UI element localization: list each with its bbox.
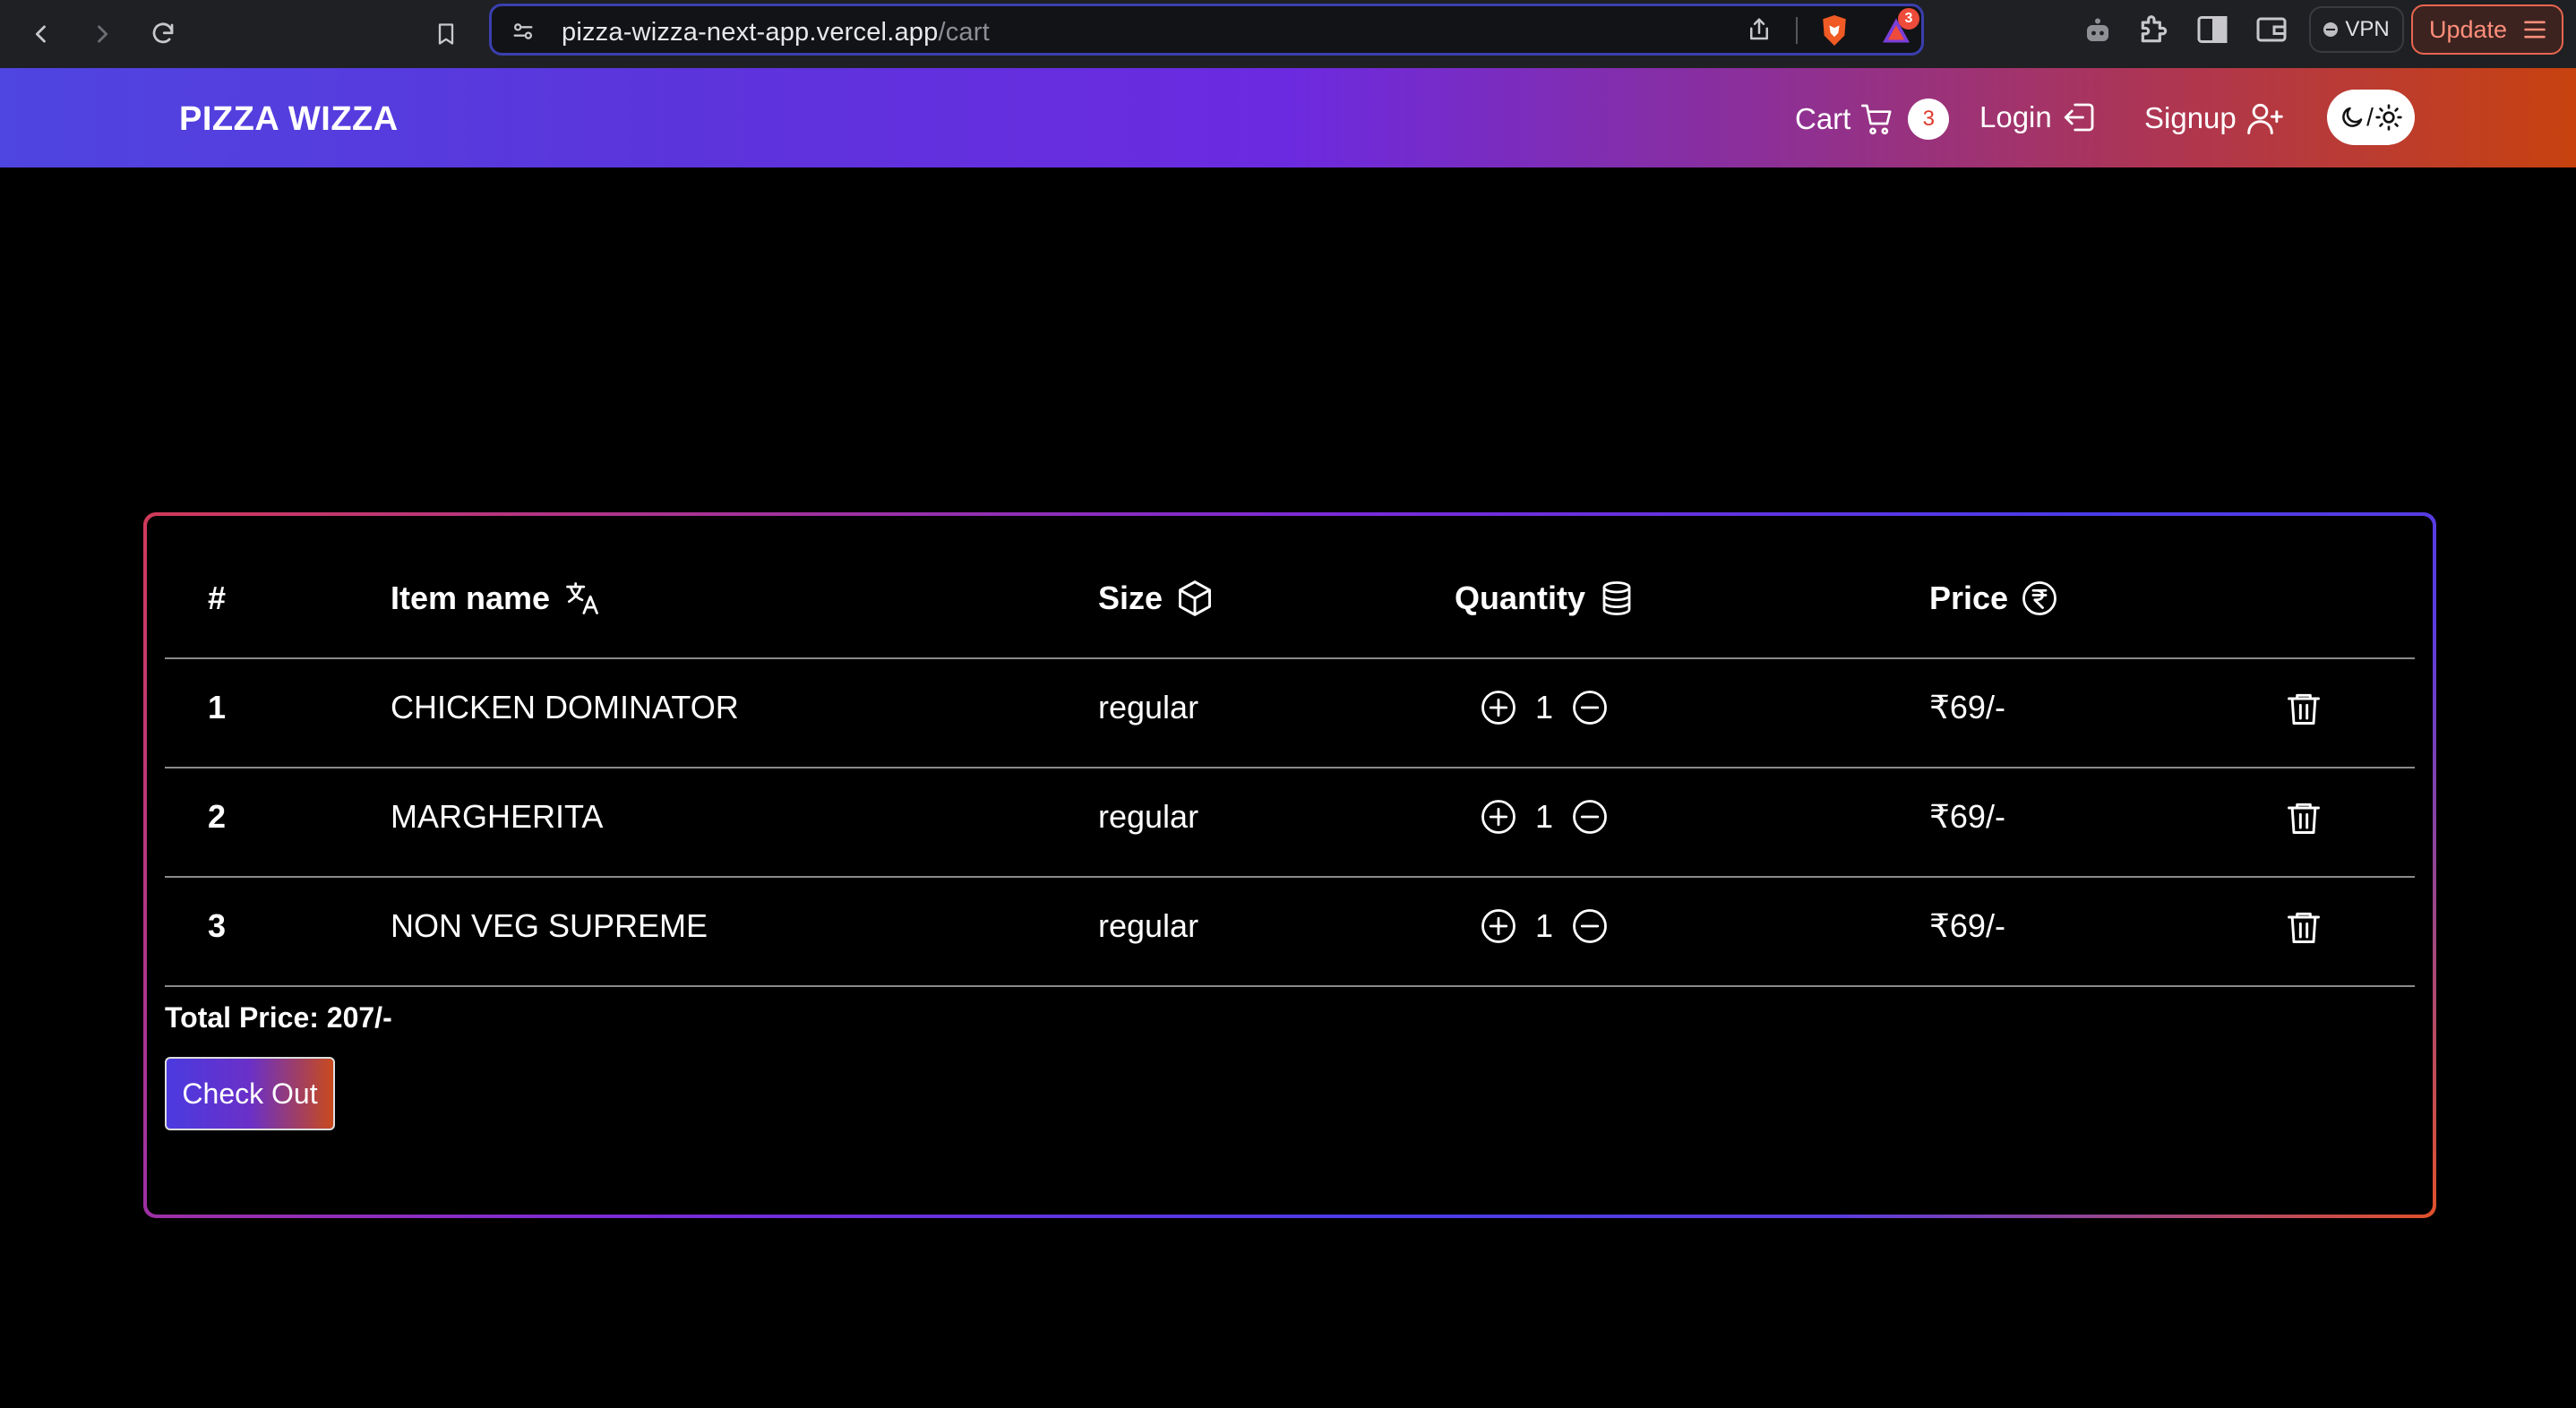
reload-button[interactable] — [142, 13, 185, 56]
update-button[interactable]: Update — [2411, 4, 2563, 55]
plus-circle-icon[interactable] — [1480, 689, 1517, 726]
nav-cart[interactable]: Cart 3 — [1795, 99, 1950, 140]
url-path: /cart — [938, 18, 990, 47]
row-1-item-name: CHICKEN DOMINATOR — [391, 689, 739, 725]
update-label: Update — [2429, 15, 2508, 43]
hamburger-menu-icon — [2524, 21, 2546, 39]
vpn-button[interactable]: VPN — [2309, 6, 2404, 53]
column-header-quantity: Quantity — [1455, 571, 1636, 625]
row-1-quantity-stepper: 1 — [1480, 681, 1609, 734]
trash-icon[interactable] — [2284, 688, 2323, 729]
leo-ai-icon[interactable] — [2082, 14, 2114, 47]
nav-signup[interactable]: Signup — [2144, 99, 2285, 138]
table-divider — [165, 985, 2415, 987]
row-2-price: ₹69/- — [1929, 798, 2005, 835]
database-stack-icon — [1602, 581, 1631, 615]
row-3-index: 3 — [208, 907, 227, 944]
column-header-index-label: # — [208, 580, 227, 616]
row-2-item-name: MARGHERITA — [391, 798, 604, 835]
vpn-label: VPN — [2345, 17, 2390, 41]
trash-icon[interactable] — [2284, 906, 2323, 948]
chevron-right-icon — [98, 25, 108, 43]
reload-icon — [152, 22, 174, 44]
cart-table: # Item name Size Quantity Price 1 CHICKE… — [147, 516, 2433, 1215]
column-header-item-name-label: Item name — [391, 580, 551, 616]
url-divider — [1796, 17, 1798, 44]
brave-shield-icon[interactable] — [1819, 13, 1850, 47]
address-bar[interactable]: pizza-wizza-next-app.vercel.app/cart 3 — [489, 4, 1924, 56]
shopping-cart-icon — [1861, 104, 1892, 135]
row-1-size: regular — [1098, 689, 1199, 725]
rewards-badge: 3 — [1898, 8, 1919, 30]
url-host: pizza-wizza-next-app.vercel.app — [562, 18, 939, 47]
column-header-quantity-label: Quantity — [1455, 580, 1586, 616]
row-3-quantity-stepper: 1 — [1480, 899, 1609, 953]
share-icon[interactable] — [1746, 15, 1773, 44]
site-settings-icon[interactable] — [510, 19, 537, 44]
cart-card: # Item name Size Quantity Price 1 CHICKE… — [143, 512, 2436, 1218]
nav-signup-label: Signup — [2144, 101, 2237, 134]
row-2-quantity-stepper: 1 — [1480, 790, 1609, 844]
brand-logo[interactable]: PIZZA WIZZA — [179, 100, 399, 139]
minus-circle-icon[interactable] — [1571, 689, 1609, 726]
forward-button[interactable] — [81, 13, 124, 56]
row-3-quantity: 1 — [1535, 907, 1554, 944]
cube-icon — [1179, 580, 1212, 616]
extensions-puzzle-icon[interactable] — [2137, 13, 2171, 47]
minus-circle-icon[interactable] — [1571, 907, 1609, 945]
column-header-item-name: Item name — [391, 571, 602, 625]
url-text: pizza-wizza-next-app.vercel.app/cart — [562, 17, 990, 47]
cart-count-badge: 3 — [1908, 99, 1950, 140]
sun-icon — [2375, 104, 2402, 131]
nav-login[interactable]: Login — [1979, 99, 2099, 136]
moon-icon — [2342, 107, 2363, 127]
row-1-quantity: 1 — [1535, 689, 1554, 725]
column-header-size: Size — [1098, 571, 1215, 625]
wallet-icon[interactable] — [2255, 14, 2288, 45]
table-divider — [165, 657, 2415, 659]
back-button[interactable] — [20, 13, 63, 56]
column-header-size-label: Size — [1098, 580, 1163, 616]
browser-toolbar: pizza-wizza-next-app.vercel.app/cart 3 V… — [0, 0, 2576, 68]
row-1-index: 1 — [208, 689, 227, 725]
row-3-size: regular — [1098, 907, 1199, 944]
theme-toggle[interactable]: / — [2327, 90, 2415, 145]
minus-circle-icon[interactable] — [1571, 798, 1609, 836]
checkout-button[interactable]: Check Out — [165, 1057, 335, 1130]
rupee-circle-icon — [2022, 581, 2057, 615]
sidebar-toggle-icon[interactable] — [2196, 14, 2228, 45]
total-price: Total Price: 207/- — [165, 1001, 392, 1034]
chevron-left-icon — [35, 25, 46, 43]
user-plus-icon — [2246, 103, 2283, 134]
column-header-price: Price — [1929, 571, 2058, 625]
row-2-size: regular — [1098, 798, 1199, 835]
column-header-index: # — [208, 571, 226, 625]
bookmark-icon — [438, 23, 454, 45]
row-2-quantity: 1 — [1535, 798, 1554, 835]
row-3-price: ₹69/- — [1929, 907, 2005, 944]
trash-icon[interactable] — [2284, 797, 2323, 838]
plus-circle-icon[interactable] — [1480, 798, 1517, 836]
row-2-index: 2 — [208, 798, 227, 835]
bookmark-button[interactable] — [425, 13, 468, 56]
column-header-price-label: Price — [1929, 580, 2009, 616]
table-divider — [165, 876, 2415, 878]
nav-cart-label: Cart — [1795, 102, 1851, 135]
site-header: PIZZA WIZZA Cart 3 Login Signup / — [0, 68, 2576, 167]
table-divider — [165, 767, 2415, 768]
nav-login-label: Login — [1979, 100, 2052, 133]
login-icon — [2064, 103, 2094, 132]
row-3-item-name: NON VEG SUPREME — [391, 907, 708, 944]
row-1-price: ₹69/- — [1929, 689, 2005, 725]
theme-separator: / — [2366, 103, 2374, 131]
translate-icon — [566, 582, 598, 614]
plus-circle-icon[interactable] — [1480, 907, 1517, 945]
vpn-status-icon — [2323, 22, 2339, 37]
